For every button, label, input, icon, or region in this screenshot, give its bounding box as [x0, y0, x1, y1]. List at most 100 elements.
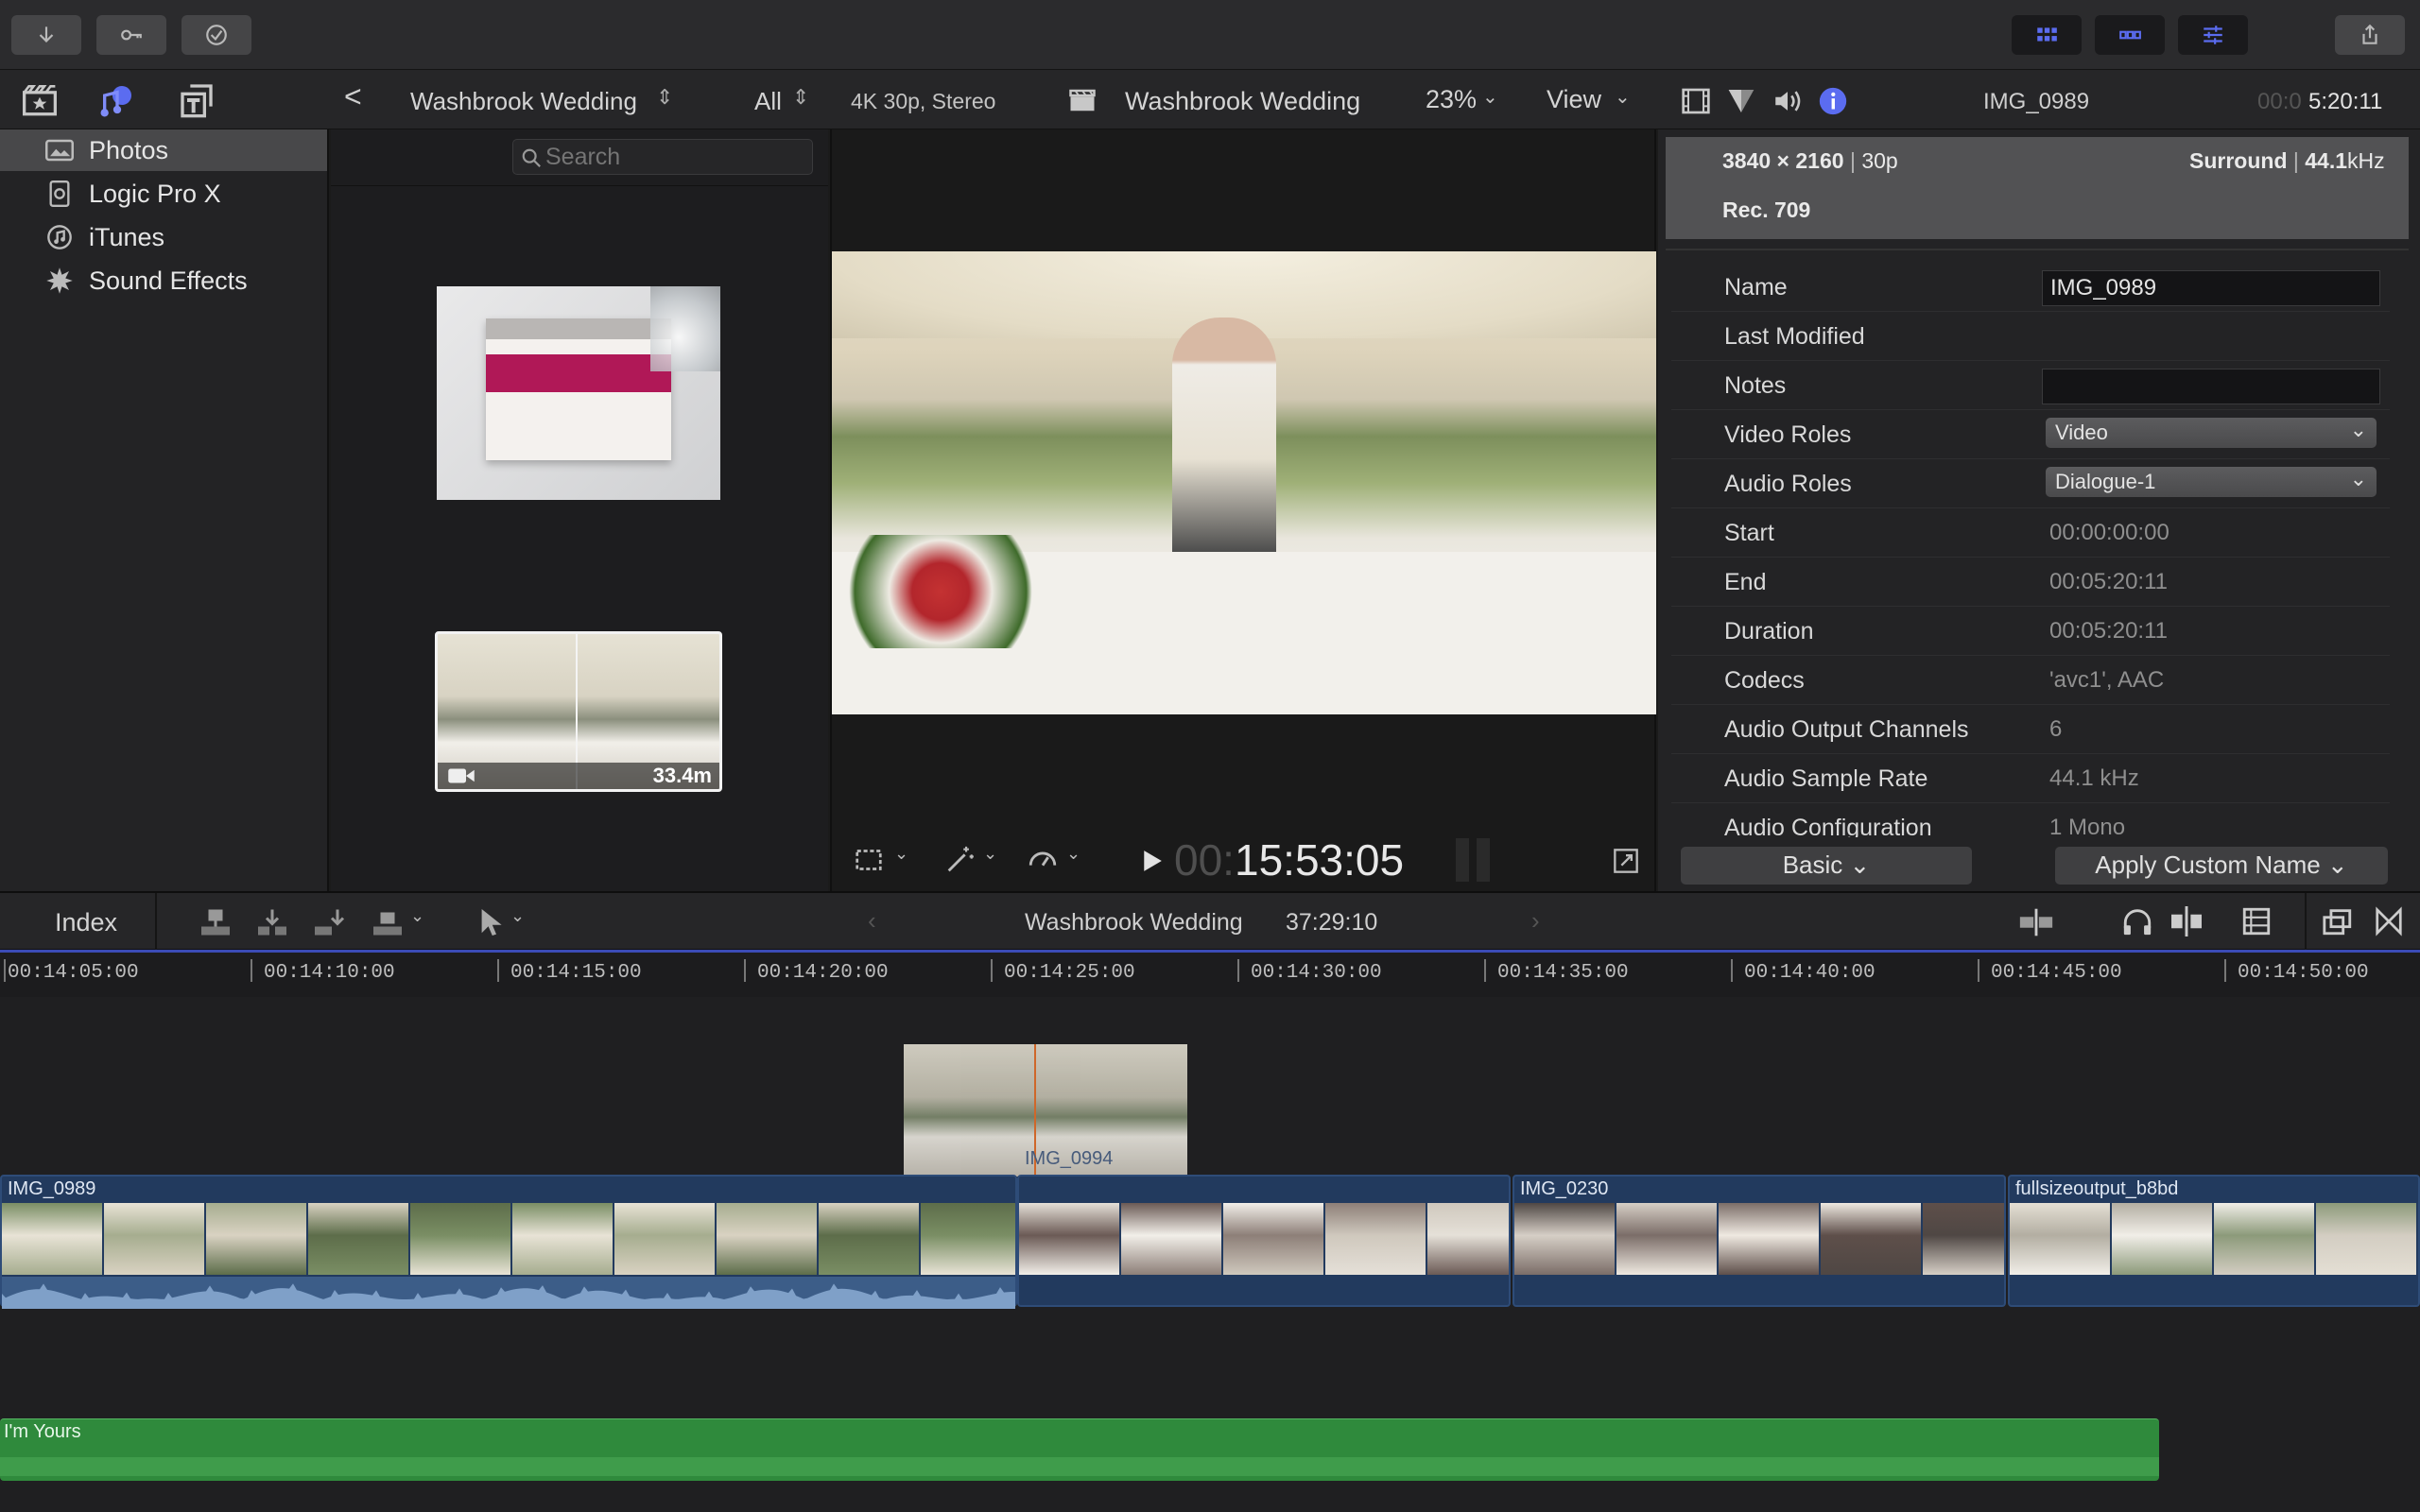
sidebar-item-photos[interactable]: Photos — [0, 129, 327, 171]
overwrite-clip-icon[interactable] — [371, 906, 405, 938]
timeline-clip-unnamed[interactable] — [1017, 1175, 1511, 1307]
audio-skimming-headphones-icon[interactable] — [2121, 906, 2153, 936]
timeline-clip-img-0230[interactable]: IMG_0230 — [1512, 1175, 2006, 1307]
property-text-field[interactable] — [2042, 369, 2380, 404]
share-icon — [2362, 24, 2377, 44]
media-browser: 33.4m — [331, 129, 828, 891]
timeline-clip-img-0989[interactable]: IMG_0989 — [0, 1175, 1017, 1309]
filmstrip-frame — [1616, 1203, 1717, 1275]
sample-rate: 44.1 — [2305, 148, 2348, 173]
filmstrip-frame — [512, 1203, 613, 1275]
append-clip-icon[interactable] — [312, 906, 346, 938]
import-button[interactable] — [11, 15, 81, 55]
info-inspector-icon[interactable] — [1817, 85, 1849, 117]
filmstrip-frame — [206, 1203, 306, 1275]
ruler-label: 00:14:35:00 — [1497, 962, 1629, 984]
inspector-divider — [1666, 249, 2409, 250]
video-inspector-icon[interactable] — [1681, 87, 1711, 115]
libraries-icon[interactable] — [21, 83, 59, 117]
clip-appearance-icon[interactable] — [2240, 906, 2273, 936]
audio-inspector-speaker-icon[interactable] — [1772, 85, 1804, 117]
apply-label: Apply Custom Name — [2095, 850, 2321, 879]
share-button[interactable] — [2335, 15, 2405, 55]
select-arrow-tool-icon[interactable] — [476, 906, 503, 938]
photos-audio-icon[interactable] — [98, 81, 136, 119]
ruler-label: 00:14:40:00 — [1744, 962, 1876, 984]
property-popup[interactable]: Dialogue-1 ⌄ — [2046, 467, 2377, 497]
inspector-clip-name: IMG_0989 — [1983, 89, 2090, 114]
insert-clip-icon[interactable] — [255, 906, 289, 938]
event-chevron-updown-icon[interactable]: ⇕ — [656, 85, 673, 110]
enhance-wand-icon[interactable] — [943, 844, 976, 876]
show-browser-button[interactable] — [2012, 15, 2082, 55]
retime-speedometer-icon[interactable] — [1027, 844, 1059, 876]
video-thumbnail-selected[interactable]: 33.4m — [435, 631, 722, 792]
inspector-timecode-dim: 00:0 — [2257, 89, 2302, 114]
apply-custom-name-popup[interactable]: Apply Custom Name ⌄ — [2055, 847, 2388, 885]
clip-filmstrip — [1019, 1203, 1509, 1275]
key-icon — [121, 29, 142, 41]
solo-icon[interactable] — [2169, 906, 2204, 936]
transform-chevron-down-icon[interactable]: ⌄ — [894, 844, 908, 864]
dragged-clip-preview[interactable]: IMG_0994 — [904, 1044, 1187, 1177]
sidebar-item-itunes[interactable]: iTunes — [0, 216, 327, 258]
zoom-chevron-down-icon[interactable]: ⌄ — [1482, 85, 1498, 109]
inspector-row-codecs: Codecs 'avc1', AAC — [1671, 656, 2390, 705]
retime-chevron-down-icon[interactable]: ⌄ — [1066, 844, 1080, 864]
history-forward-icon[interactable]: › — [1531, 906, 1540, 936]
effects-browser-icon[interactable] — [2322, 906, 2354, 936]
filmstrip-frame — [921, 1203, 1015, 1275]
sidebar-item-sound-effects[interactable]: Sound Effects — [0, 260, 327, 301]
property-text-field[interactable]: IMG_0989 — [2042, 270, 2380, 306]
search-field[interactable] — [512, 139, 813, 175]
filmstrip-frame — [104, 1203, 204, 1275]
ruler-tick — [1237, 959, 1239, 982]
skimming-icon[interactable] — [2017, 908, 2055, 936]
timeline-icon — [2119, 30, 2141, 40]
photo-thumbnail-place-card[interactable] — [437, 286, 720, 500]
property-value: Dialogue-1 — [2055, 470, 2156, 493]
show-inspector-button[interactable] — [2178, 15, 2248, 55]
filmstrip-frame — [717, 1203, 817, 1275]
titles-generators-icon[interactable] — [178, 81, 216, 119]
clapper-icon — [1069, 89, 1096, 112]
play-icon[interactable] — [1142, 850, 1163, 872]
filter-chevron-updown-icon[interactable]: ⇕ — [792, 85, 809, 110]
connect-clip-icon[interactable] — [199, 906, 233, 938]
viewer: ⌄ ⌄ ⌄ 00: 15:53:05 — [830, 129, 1656, 891]
basic-metadata-view-popup[interactable]: Basic ⌄ — [1681, 847, 1972, 885]
timeline-clip-fullsizeoutput[interactable]: fullsizeoutput_b8bd — [2008, 1175, 2420, 1307]
history-back-icon[interactable]: ‹ — [868, 906, 876, 936]
transitions-browser-icon[interactable] — [2375, 906, 2403, 936]
property-label: Video Roles — [1724, 421, 1852, 448]
zoom-popup[interactable]: 23% — [1426, 85, 1477, 114]
project-title: Washbrook Wedding — [1125, 87, 1361, 115]
back-button[interactable]: < — [344, 79, 362, 114]
playhead-timecode[interactable]: 15:53:05 — [1235, 834, 1404, 885]
fullscreen-icon[interactable] — [1613, 848, 1639, 874]
color-inspector-icon[interactable] — [1726, 87, 1756, 115]
filmstrip-frame — [1719, 1203, 1819, 1275]
edit-chevron-down-icon[interactable]: ⌄ — [410, 906, 424, 926]
inspector-row-audio-sample-rate: Audio Sample Rate 44.1 kHz — [1671, 754, 2390, 803]
view-chevron-down-icon[interactable]: ⌄ — [1615, 85, 1631, 109]
keywords-button[interactable] — [96, 15, 166, 55]
music-clip-im-yours[interactable]: I'm Yours — [0, 1418, 2159, 1481]
transform-icon[interactable] — [853, 846, 885, 874]
timeline[interactable]: IMG_0994 IMG_0989 IMG_0230 fullsizeoutpu… — [0, 997, 2420, 1512]
event-title[interactable]: Washbrook Wedding — [410, 87, 637, 116]
property-popup[interactable]: Video ⌄ — [2046, 418, 2377, 448]
view-menu[interactable]: View — [1547, 85, 1601, 114]
search-input[interactable] — [545, 142, 801, 172]
enhance-chevron-down-icon[interactable]: ⌄ — [983, 844, 997, 864]
video-camera-icon — [448, 768, 475, 783]
background-tasks-button[interactable] — [182, 15, 251, 55]
filmstrip-frame — [1019, 1203, 1119, 1275]
show-timeline-button[interactable] — [2095, 15, 2165, 55]
ruler-label: 00:14:10:00 — [264, 962, 395, 984]
filter-popup[interactable]: All — [754, 87, 782, 116]
tool-chevron-down-icon[interactable]: ⌄ — [510, 906, 525, 926]
index-button[interactable]: Index — [55, 908, 117, 937]
sidebar-item-logic-pro-x[interactable]: Logic Pro X — [0, 173, 327, 215]
property-value: 6 — [2049, 716, 2063, 742]
